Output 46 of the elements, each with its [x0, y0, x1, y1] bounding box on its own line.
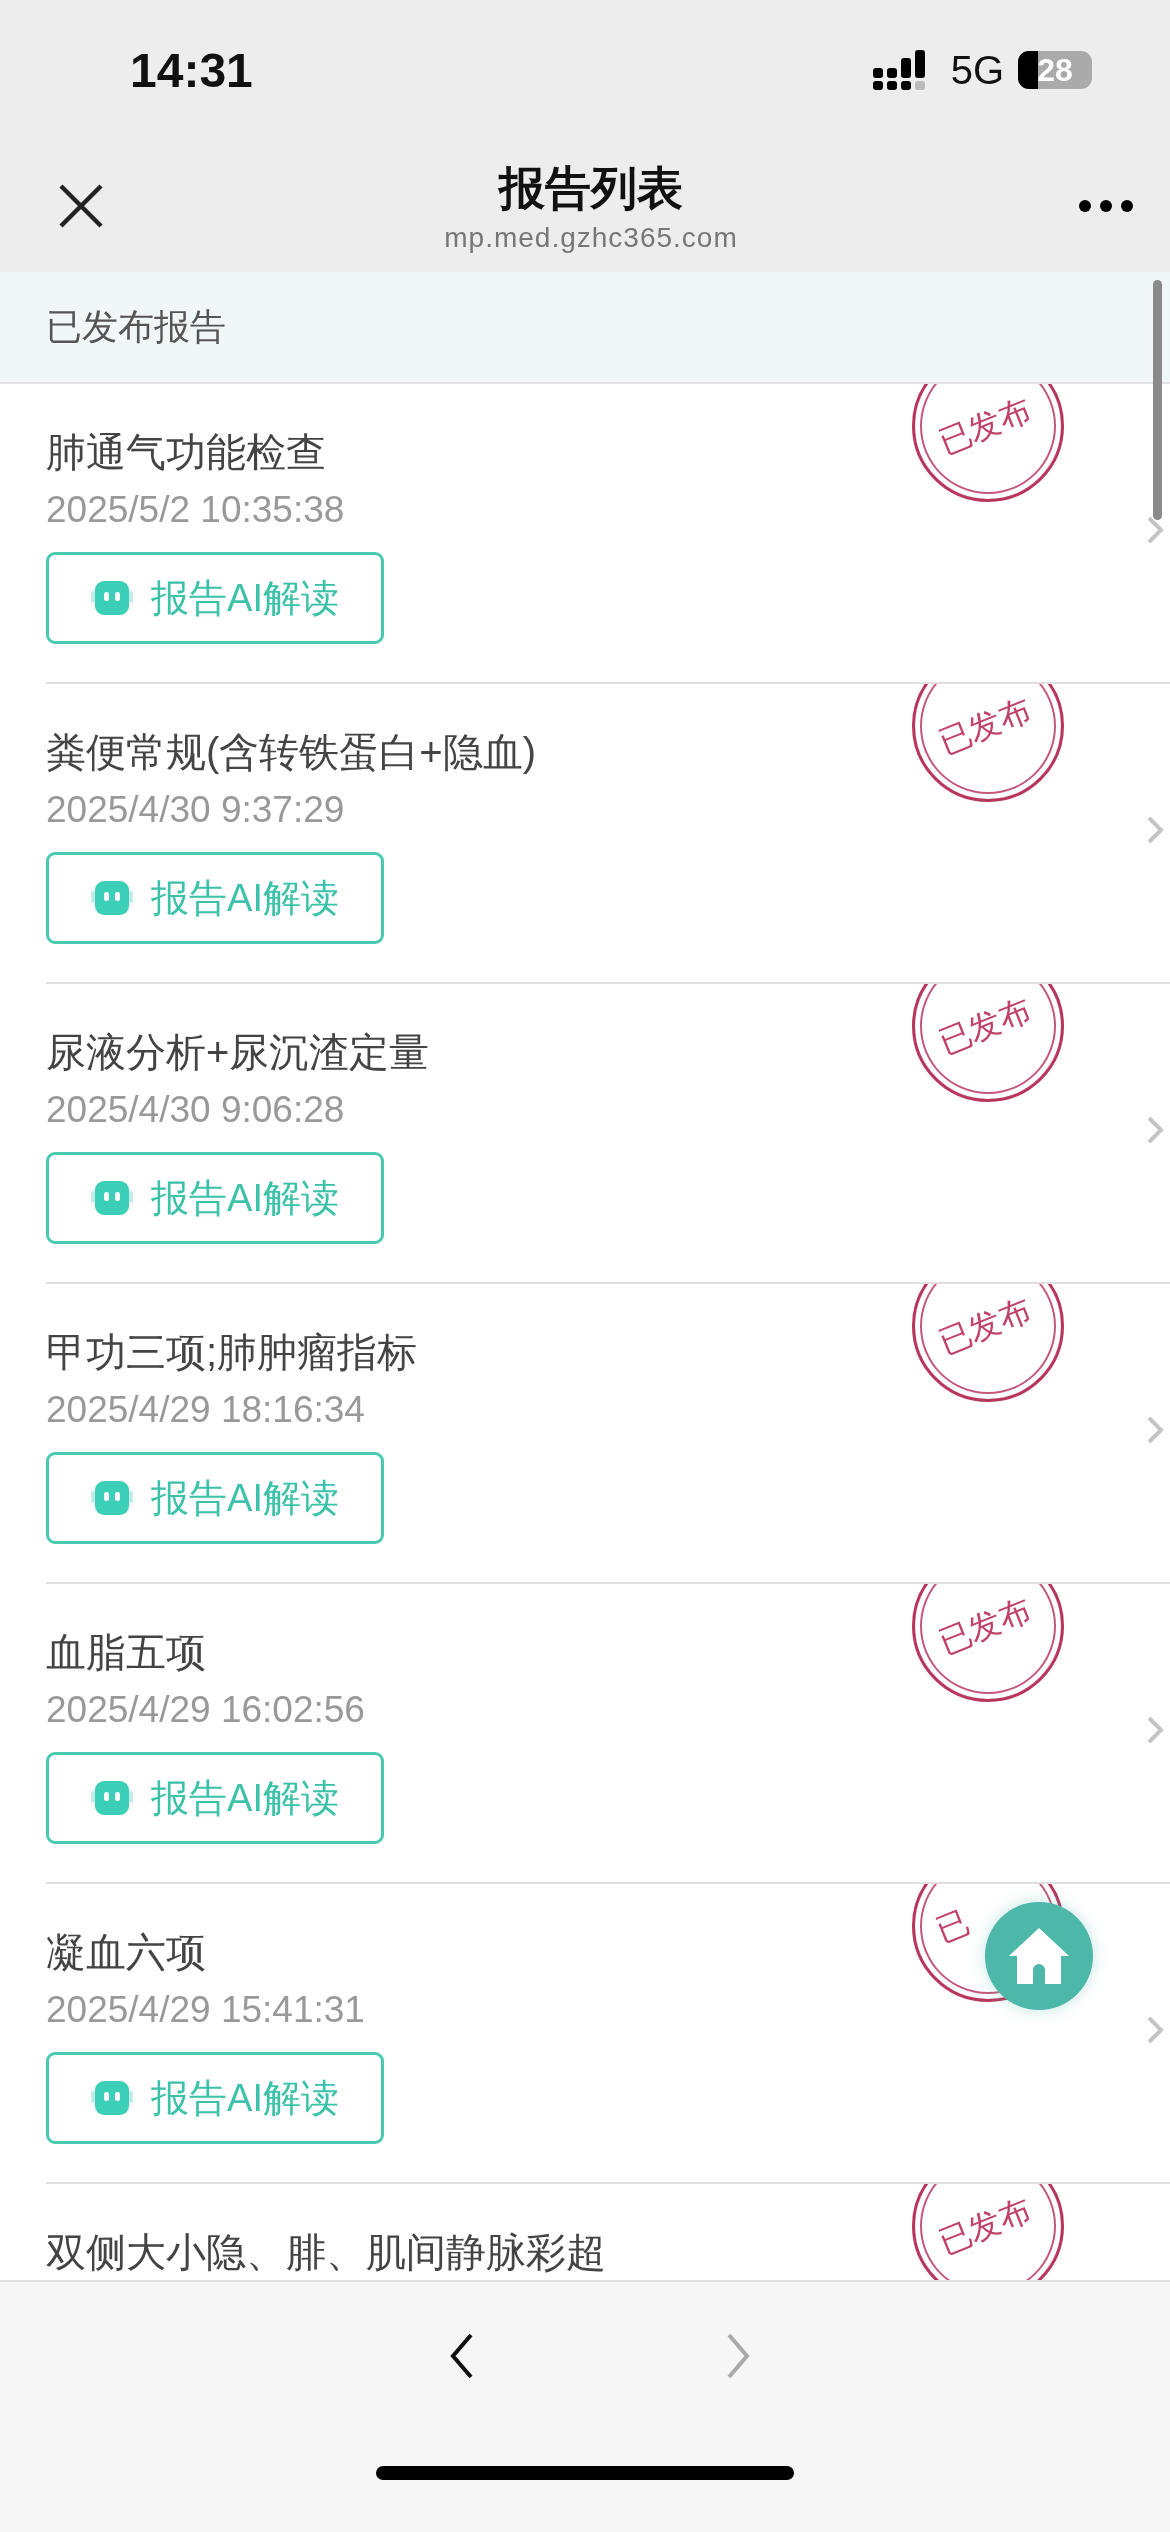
house-icon	[1007, 1926, 1071, 1986]
report-title: 凝血六项	[46, 1929, 206, 1976]
chevron-right-icon	[1146, 815, 1164, 845]
chevron-right-icon	[1146, 1415, 1164, 1445]
robot-icon	[91, 2079, 134, 2117]
published-stamp: 已发布	[912, 2184, 1064, 2280]
report-date: 2025/4/29 16:02:56	[46, 1688, 365, 1732]
report-item[interactable]: 尿液分析+尿沉渣定量 2025/4/30 9:06:28 报告AI解读 已发布	[46, 984, 1170, 1284]
report-item[interactable]: 粪便常规(含转铁蛋白+隐血) 2025/4/30 9:37:29 报告AI解读 已发布	[46, 684, 1170, 984]
page-url: mp.med.gzhc365.com	[444, 222, 738, 254]
chevron-right-icon	[1146, 2015, 1164, 2045]
report-title: 尿液分析+尿沉渣定量	[46, 1029, 430, 1076]
report-item[interactable]: 甲功三项;肺肿瘤指标 2025/4/29 18:16:34 报告AI解读 已发布	[46, 1284, 1170, 1584]
published-stamp: 已发布	[912, 1284, 1064, 1402]
chevron-right-icon	[1146, 1715, 1164, 1745]
robot-icon	[91, 579, 134, 617]
report-title: 肺通气功能检查	[46, 429, 326, 476]
page-title: 报告列表	[499, 161, 683, 216]
report-title: 甲功三项;肺肿瘤指标	[46, 1329, 418, 1376]
report-date: 2025/4/30 9:06:28	[46, 1088, 345, 1132]
robot-icon	[91, 1179, 134, 1217]
report-item[interactable]: 肺通气功能检查 2025/5/2 10:35:38 报告AI解读 已发布	[46, 384, 1170, 684]
published-stamp: 已发布	[912, 1584, 1064, 1702]
published-stamp: 已发布	[912, 384, 1064, 502]
chevron-right-icon	[1146, 515, 1164, 545]
report-date: 2025/5/2 10:35:38	[46, 488, 345, 532]
more-button[interactable]	[1078, 199, 1134, 213]
published-stamp: 已发布	[912, 684, 1064, 802]
robot-icon	[91, 1479, 134, 1517]
report-date: 2025/4/30 9:37:29	[46, 788, 345, 832]
clock-time: 14:31	[130, 42, 253, 98]
chevron-right-icon	[1146, 1115, 1164, 1145]
network-label: 5G	[950, 47, 1004, 93]
back-button[interactable]	[449, 2332, 475, 2380]
report-item[interactable]: 血脂五项 2025/4/29 16:02:56 报告AI解读 已发布	[46, 1584, 1170, 1884]
report-date: 2025/4/29 15:41:31	[46, 1988, 365, 2032]
robot-icon	[91, 879, 134, 917]
report-title: 双侧大小隐、腓、肌间静脉彩超	[46, 2229, 606, 2276]
battery-level: 28	[1037, 51, 1073, 89]
section-title: 已发布报告	[46, 304, 226, 349]
report-title: 血脂五项	[46, 1629, 206, 1676]
report-title: 粪便常规(含转铁蛋白+隐血)	[46, 729, 536, 776]
close-button[interactable]	[58, 183, 104, 229]
report-date: 2025/4/29 18:16:34	[46, 1388, 365, 1432]
published-stamp: 已发布	[912, 984, 1064, 1102]
robot-icon	[91, 1779, 134, 1817]
